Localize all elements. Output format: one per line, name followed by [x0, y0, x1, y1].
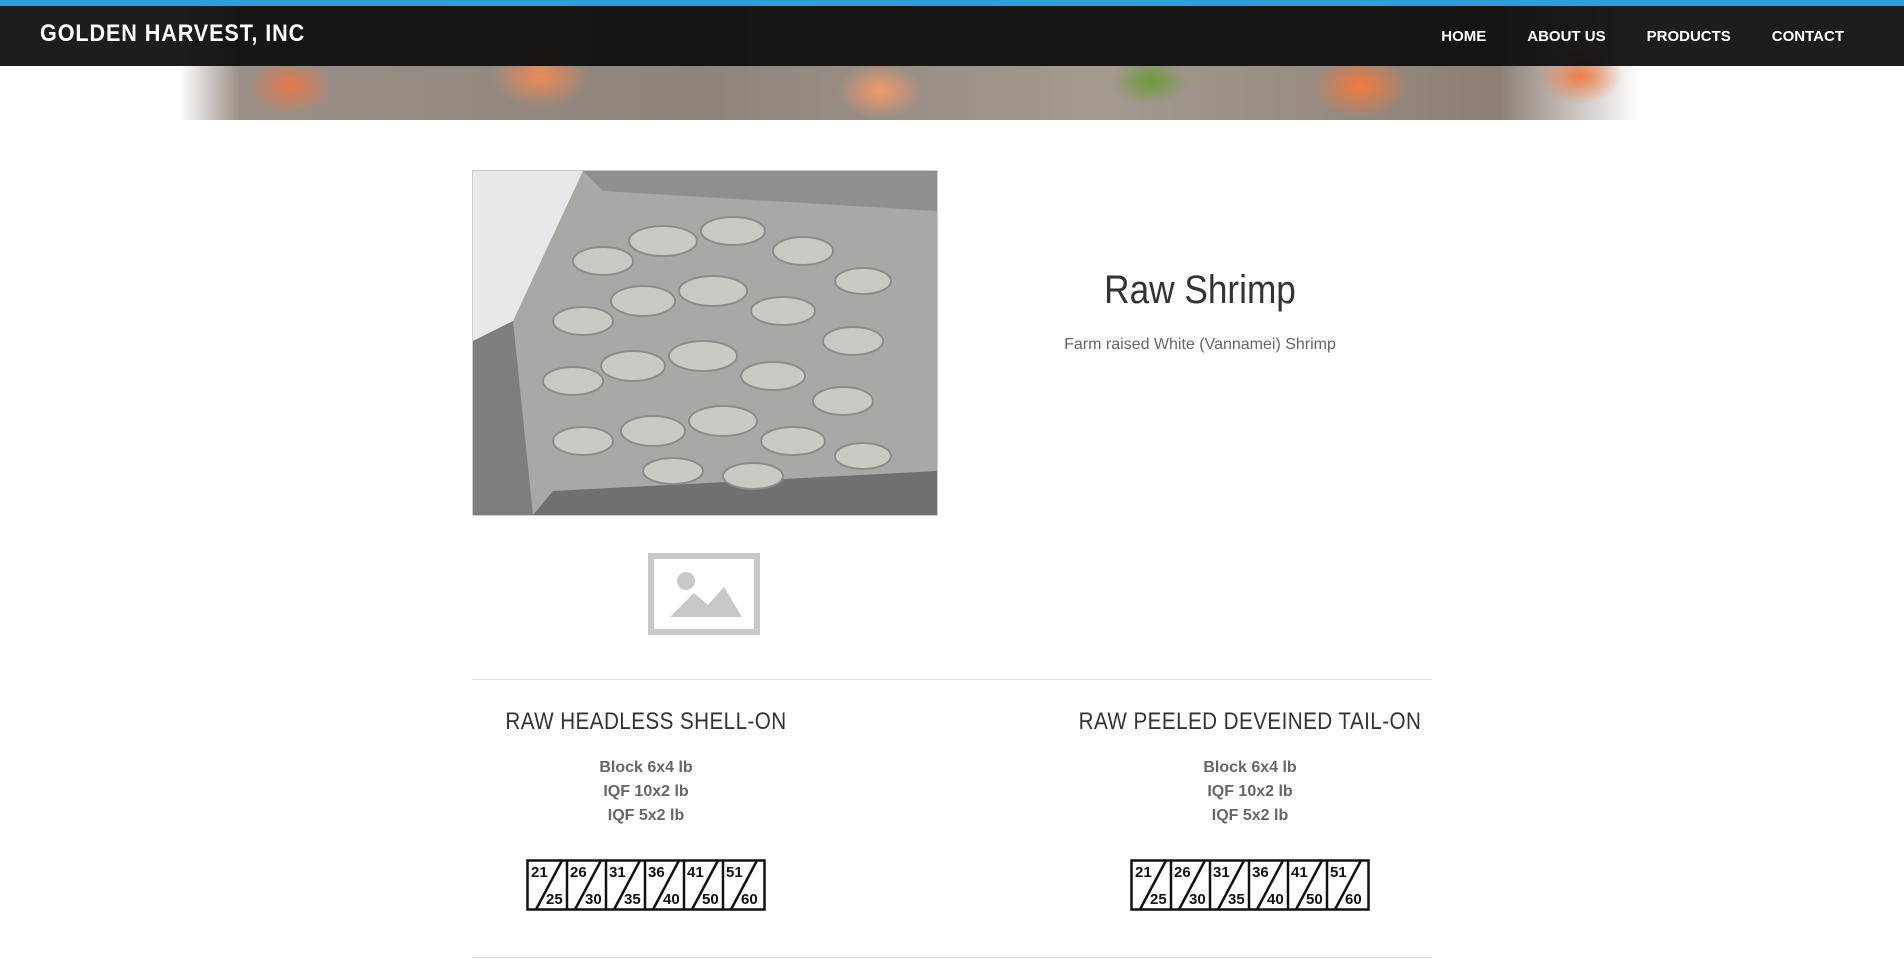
size-count-bottom: 35 [1228, 891, 1245, 908]
packaging-list: Block 6x4 lb IQF 10x2 lb IQF 5x2 lb [1040, 756, 1460, 828]
size-count-bottom: 60 [1345, 891, 1362, 908]
size-count-top: 41 [1291, 864, 1308, 881]
size-count-bottom: 25 [546, 891, 563, 908]
size-count-top: 41 [687, 864, 704, 881]
nav-about-us[interactable]: ABOUT US [1527, 28, 1605, 45]
section-divider [472, 957, 1432, 958]
size-count-top: 21 [531, 864, 548, 881]
size-count-bottom: 40 [663, 891, 680, 908]
product-title: Raw Shrimp [1104, 268, 1296, 312]
size-count-top: 51 [1330, 864, 1347, 881]
site-logo[interactable]: GOLDEN HARVEST, INC [40, 20, 305, 48]
nav-products[interactable]: PRODUCTS [1647, 28, 1731, 45]
size-count-top: 31 [609, 864, 626, 881]
size-count-bottom: 30 [585, 891, 602, 908]
product-subtitle: Farm raised White (Vannamei) Shrimp [1064, 336, 1336, 353]
section-divider [472, 679, 1432, 680]
size-count-top: 31 [1213, 864, 1230, 881]
size-count-bottom: 40 [1267, 891, 1284, 908]
nav-home[interactable]: HOME [1441, 28, 1486, 45]
variant-title: RAW PEELED DEVEINED TAIL-ON [1078, 708, 1422, 735]
size-count-bottom: 60 [741, 891, 758, 908]
size-count-top: 26 [570, 864, 587, 881]
size-count-top: 51 [726, 864, 743, 881]
nav-contact[interactable]: CONTACT [1772, 28, 1844, 45]
size-count-bottom: 35 [624, 891, 641, 908]
size-count-bottom: 30 [1189, 891, 1206, 908]
size-count-chart: 21 25 26 30 31 35 36 40 41 50 51 60 [526, 859, 766, 911]
product-variant-headless-shell-on: RAW HEADLESS SHELL-ON Block 6x4 lb IQF 1… [436, 708, 856, 911]
size-count-top: 36 [648, 864, 665, 881]
size-count-bottom: 50 [702, 891, 719, 908]
packaging-item: IQF 10x2 lb [1207, 783, 1293, 800]
size-count-bottom: 50 [1306, 891, 1323, 908]
size-count-top: 36 [1252, 864, 1269, 881]
packaging-list: Block 6x4 lb IQF 10x2 lb IQF 5x2 lb [436, 756, 856, 828]
packaging-item: Block 6x4 lb [599, 759, 693, 776]
size-count-top: 26 [1174, 864, 1191, 881]
packaging-item: IQF 5x2 lb [1211, 807, 1289, 824]
packaging-item: IQF 5x2 lb [607, 807, 685, 824]
product-variant-peeled-deveined-tail-on: RAW PEELED DEVEINED TAIL-ON Block 6x4 lb… [1040, 708, 1460, 911]
navbar: GOLDEN HARVEST, INC HOME ABOUT US PRODUC… [0, 6, 1904, 66]
variant-title: RAW HEADLESS SHELL-ON [505, 708, 787, 735]
size-count-chart: 21 25 26 30 31 35 36 40 41 50 51 60 [1130, 859, 1370, 911]
size-count-top: 21 [1135, 864, 1152, 881]
product-photo [472, 170, 938, 516]
packaging-item: Block 6x4 lb [1203, 759, 1297, 776]
size-count-bottom: 25 [1150, 891, 1167, 908]
packaging-item: IQF 10x2 lb [603, 783, 689, 800]
main-nav: HOME ABOUT US PRODUCTS CONTACT [1400, 6, 1844, 66]
image-placeholder-icon [648, 553, 760, 635]
